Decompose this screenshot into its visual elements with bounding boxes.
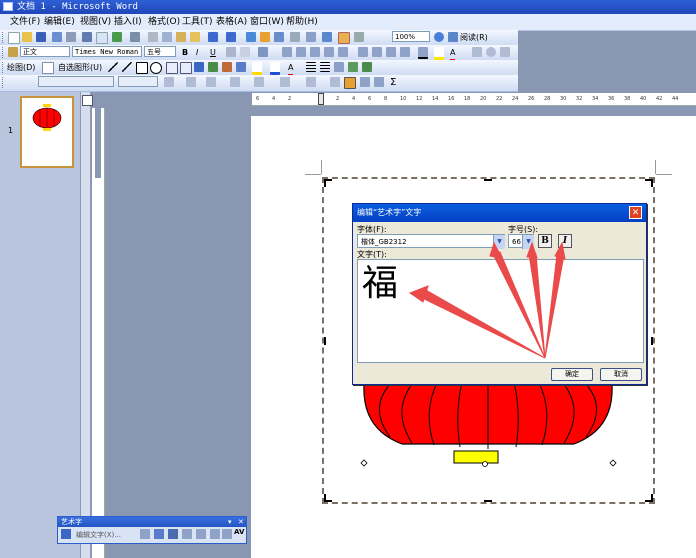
wordart-shape-icon[interactable]	[168, 529, 178, 539]
same-height-icon[interactable]	[196, 529, 206, 539]
edit-text-button[interactable]: 编辑文字(X)...	[76, 529, 121, 541]
text-wrapping-icon[interactable]	[182, 529, 192, 539]
vertical-text-icon[interactable]	[210, 529, 220, 539]
wordart-gallery-icon[interactable]	[140, 529, 150, 539]
character-spacing-button[interactable]: AV	[234, 528, 244, 536]
toolbar-menu-icon[interactable]: ▾	[228, 517, 232, 527]
format-wordart-icon[interactable]	[154, 529, 164, 539]
wordart-toolbar-title: 艺术字	[58, 517, 246, 527]
wordart-toolbar: 艺术字 ▾ ✕ 编辑文字(X)... AV	[57, 516, 247, 544]
insert-wordart-icon[interactable]	[61, 529, 71, 539]
alignment-icon[interactable]	[222, 529, 232, 539]
annotation-arrows	[408, 241, 566, 359]
toolbar-close-icon[interactable]: ✕	[238, 517, 244, 527]
